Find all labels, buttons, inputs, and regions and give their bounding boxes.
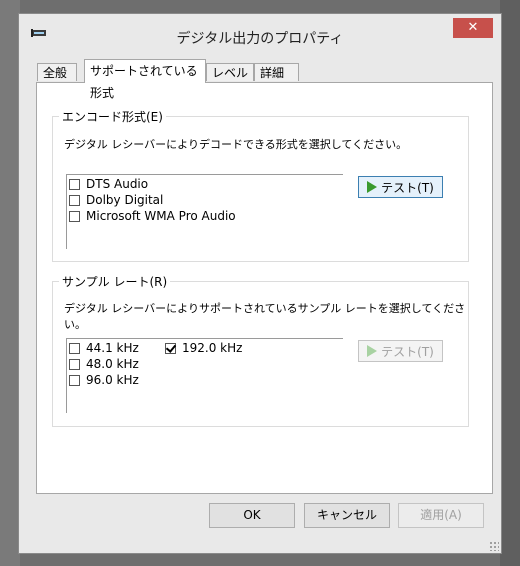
format-label: Microsoft WMA Pro Audio bbox=[86, 209, 236, 223]
tab-advanced[interactable]: 詳細 bbox=[254, 63, 299, 81]
tab-general[interactable]: 全般 bbox=[37, 63, 77, 81]
format-item[interactable]: Microsoft WMA Pro Audio bbox=[69, 208, 236, 224]
format-checkbox[interactable] bbox=[69, 178, 80, 190]
cancel-button[interactable]: キャンセル bbox=[304, 503, 390, 528]
sample-rate-test-label: テスト(T) bbox=[381, 344, 434, 359]
rate-item[interactable]: 96.0 kHz bbox=[69, 372, 139, 388]
rate-checkbox[interactable] bbox=[69, 342, 80, 354]
properties-dialog: デジタル出力のプロパティ ✕ 全般 サポートされている形式 レベル 詳細 エンコ… bbox=[18, 13, 502, 554]
rate-label: 96.0 kHz bbox=[86, 373, 139, 387]
rate-checkbox[interactable] bbox=[69, 374, 80, 386]
close-button[interactable]: ✕ bbox=[453, 18, 493, 38]
format-checkbox[interactable] bbox=[69, 210, 80, 222]
format-checkbox[interactable] bbox=[69, 194, 80, 206]
rate-label: 192.0 kHz bbox=[182, 341, 243, 355]
rate-item[interactable]: 44.1 kHz bbox=[69, 340, 139, 356]
rate-label: 48.0 kHz bbox=[86, 357, 139, 371]
format-label: DTS Audio bbox=[86, 177, 149, 191]
encode-test-button[interactable]: テスト(T) bbox=[358, 176, 443, 198]
sample-rate-description: デジタル レシーバーによりサポートされているサンプル レートを選択してください。 bbox=[64, 302, 466, 331]
format-label: Dolby Digital bbox=[86, 193, 164, 207]
desktop-background-left bbox=[0, 0, 20, 566]
encode-test-label: テスト(T) bbox=[381, 180, 434, 195]
ok-button[interactable]: OK bbox=[209, 503, 295, 528]
apply-button[interactable]: 適用(A) bbox=[398, 503, 484, 528]
encode-format-title: エンコード形式(E) bbox=[59, 108, 166, 125]
sample-rate-list: 44.1 kHz 48.0 kHz 96.0 kHz 192.0 kHz bbox=[66, 338, 343, 413]
format-item[interactable]: DTS Audio bbox=[69, 176, 148, 192]
rate-checkbox[interactable] bbox=[165, 342, 176, 354]
play-icon bbox=[367, 181, 378, 193]
encode-format-group: エンコード形式(E) デジタル レシーバーによりデコードできる形式を選択してくだ… bbox=[52, 108, 469, 262]
desktop-background-right bbox=[500, 0, 520, 566]
encode-format-description: デジタル レシーバーによりデコードできる形式を選択してください。 bbox=[64, 138, 408, 151]
play-icon bbox=[367, 345, 378, 357]
rate-label: 44.1 kHz bbox=[86, 341, 139, 355]
tab-levels[interactable]: レベル bbox=[206, 63, 254, 81]
title-bar[interactable]: デジタル出力のプロパティ ✕ bbox=[19, 14, 501, 56]
tab-supported-formats[interactable]: サポートされている形式 bbox=[84, 59, 206, 100]
resize-grip-icon[interactable] bbox=[489, 541, 499, 551]
sample-rate-title: サンプル レート(R) bbox=[59, 273, 171, 290]
rate-item[interactable]: 192.0 kHz bbox=[165, 340, 242, 356]
sample-rate-group: サンプル レート(R) デジタル レシーバーによりサポートされているサンプル レ… bbox=[52, 273, 469, 427]
tab-panel: エンコード形式(E) デジタル レシーバーによりデコードできる形式を選択してくだ… bbox=[36, 82, 493, 494]
sample-rate-test-button[interactable]: テスト(T) bbox=[358, 340, 443, 362]
window-title: デジタル出力のプロパティ bbox=[176, 31, 344, 47]
encode-format-list: DTS Audio Dolby Digital Microsoft WMA Pr… bbox=[66, 174, 343, 249]
rate-checkbox[interactable] bbox=[69, 358, 80, 370]
format-item[interactable]: Dolby Digital bbox=[69, 192, 163, 208]
rate-item[interactable]: 48.0 kHz bbox=[69, 356, 139, 372]
